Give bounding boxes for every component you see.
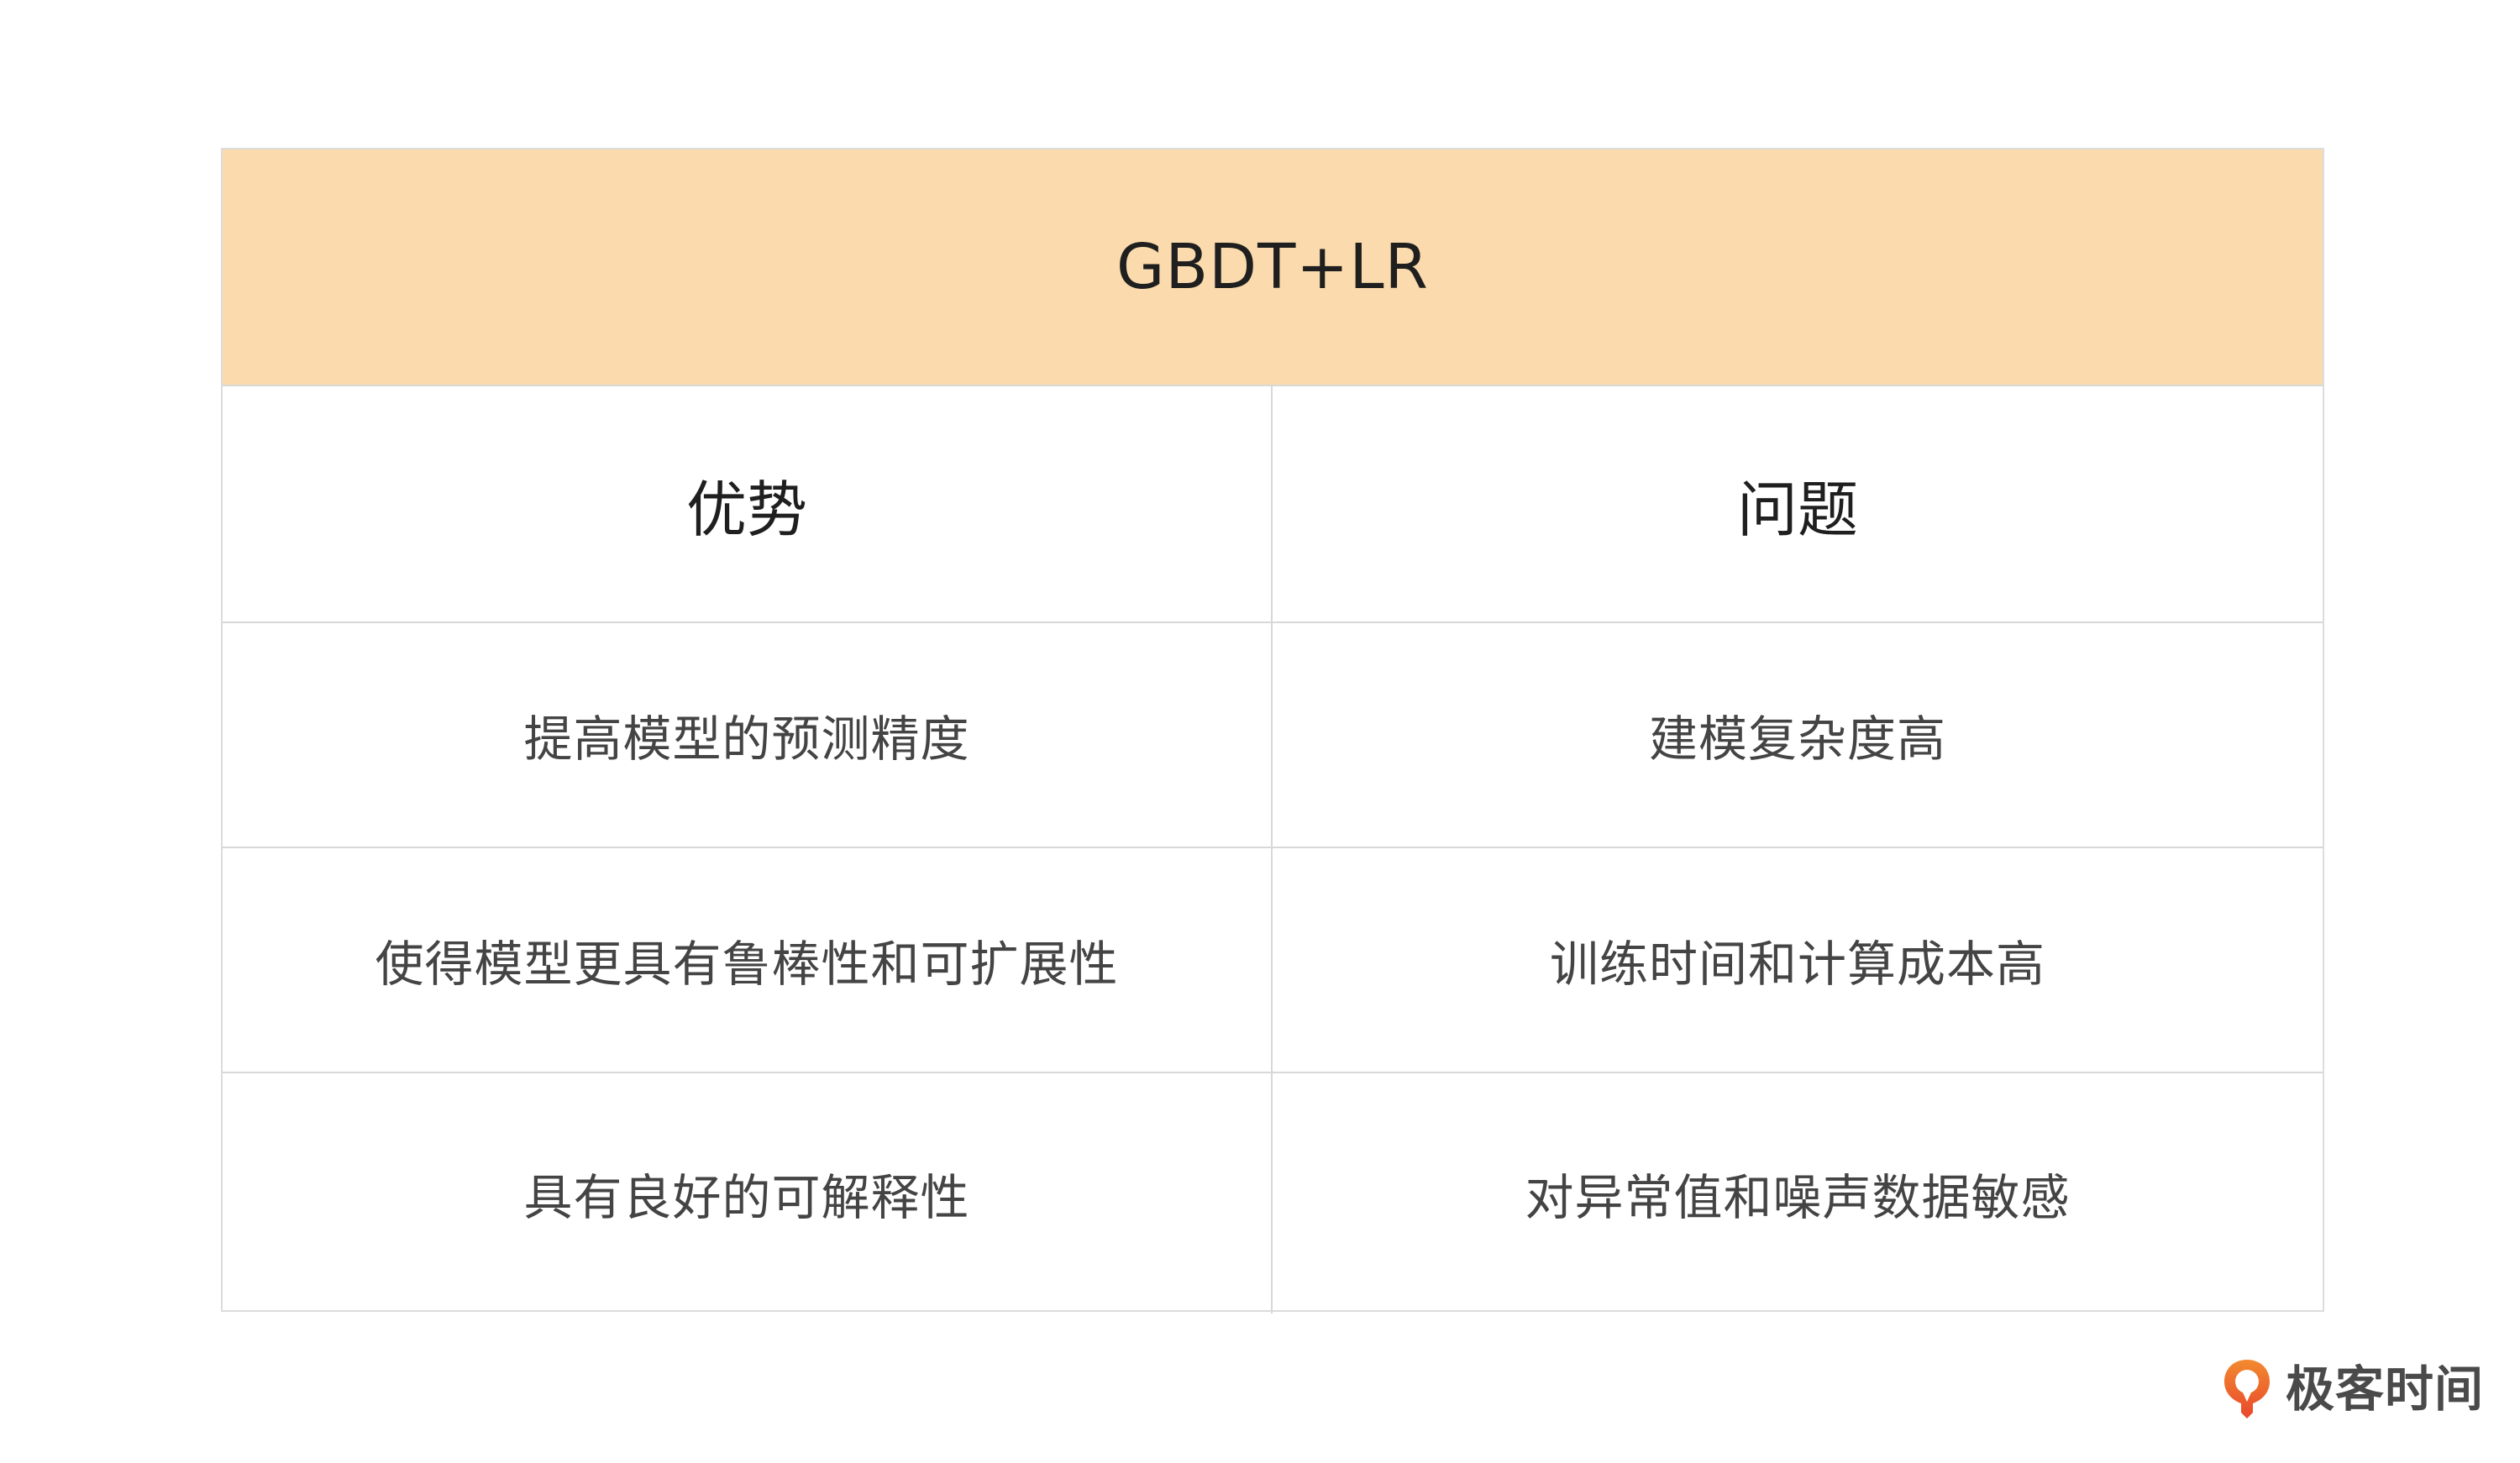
- table-row: 具有良好的可解释性 对异常值和噪声数据敏感: [223, 1073, 2323, 1314]
- problem-cell-2: 训练时间和计算成本高: [1273, 848, 2323, 1072]
- table-title-row: GBDT+LR: [223, 149, 2323, 386]
- problem-text-1: 建模复杂度高: [1648, 711, 1946, 768]
- brand-name: 极客时间: [2286, 1361, 2485, 1418]
- geek-time-logo: 极客时间: [2220, 1353, 2489, 1425]
- table-title: GBDT+LR: [1116, 231, 1429, 303]
- advantage-text-3: 具有良好的可解释性: [523, 1169, 970, 1226]
- problem-cell-1: 建模复杂度高: [1273, 623, 2323, 847]
- problem-text-3: 对异常值和噪声数据敏感: [1525, 1169, 2071, 1226]
- header-advantages: 优势: [685, 474, 807, 545]
- advantage-cell-3: 具有良好的可解释性: [223, 1073, 1273, 1314]
- advantage-text-1: 提高模型的预测精度: [523, 711, 970, 768]
- geek-time-logo-icon: [2224, 1360, 2270, 1418]
- advantage-text-2: 使得模型更具有鲁棒性和可扩展性: [375, 936, 1119, 993]
- advantage-cell-1: 提高模型的预测精度: [223, 623, 1273, 847]
- table-row: 使得模型更具有鲁棒性和可扩展性 训练时间和计算成本高: [223, 848, 2323, 1073]
- table-row: 提高模型的预测精度 建模复杂度高: [223, 623, 2323, 848]
- header-advantages-cell: 优势: [223, 386, 1273, 621]
- page-canvas: GBDT+LR 优势 问题 提高模型的预测精度 建模复杂度高 使得模型更具有鲁棒…: [0, 0, 2520, 1463]
- comparison-table: GBDT+LR 优势 问题 提高模型的预测精度 建模复杂度高 使得模型更具有鲁棒…: [221, 148, 2324, 1314]
- advantage-cell-2: 使得模型更具有鲁棒性和可扩展性: [223, 848, 1273, 1072]
- header-problems: 问题: [1736, 474, 1858, 545]
- header-problems-cell: 问题: [1273, 386, 2323, 621]
- problem-text-2: 训练时间和计算成本高: [1549, 936, 2045, 993]
- problem-cell-3: 对异常值和噪声数据敏感: [1273, 1073, 2323, 1314]
- table-header-row: 优势 问题: [223, 386, 2323, 623]
